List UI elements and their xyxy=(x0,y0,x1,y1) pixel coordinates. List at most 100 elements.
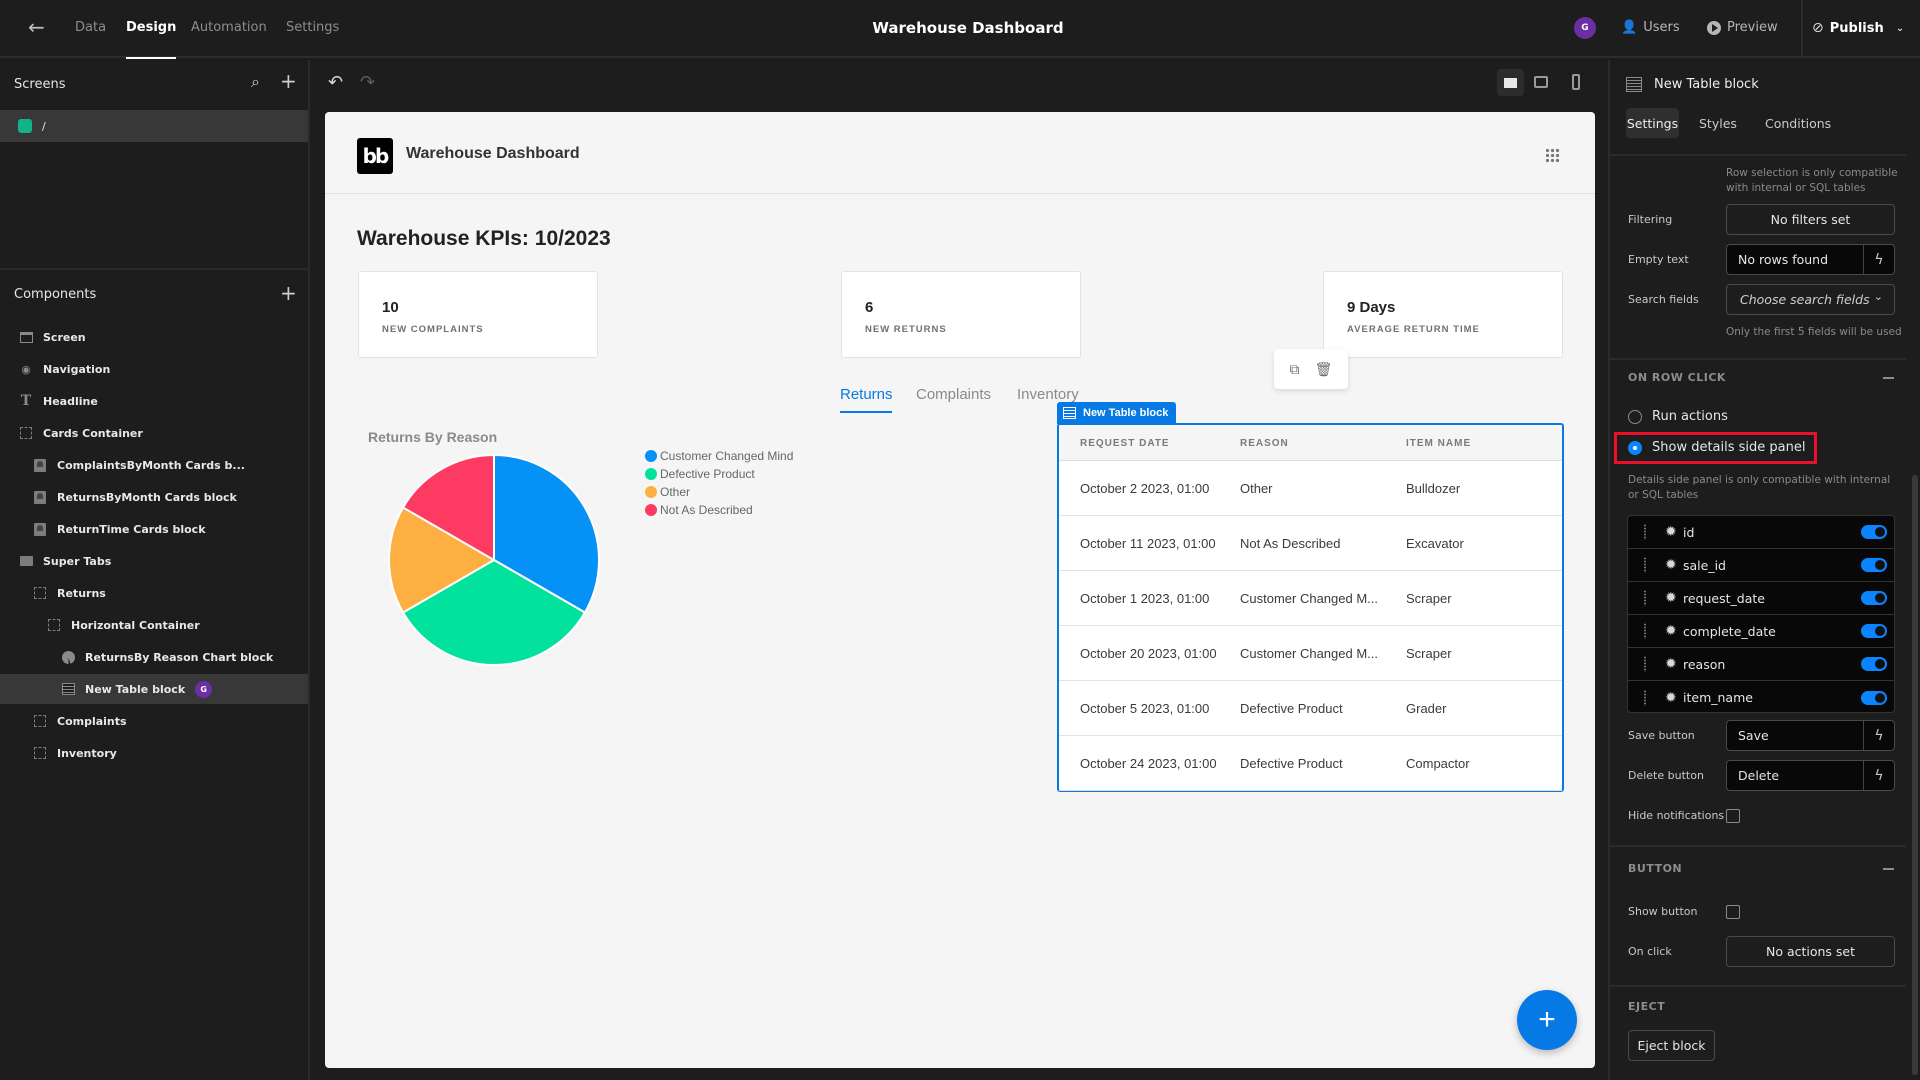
binding-bolt-icon[interactable]: ϟ xyxy=(1863,761,1894,790)
tree-item-chart-block[interactable]: ReturnsBy Reason Chart block xyxy=(0,642,308,672)
drag-handle-icon[interactable] xyxy=(1643,689,1647,706)
field-visibility-toggle[interactable] xyxy=(1861,657,1887,671)
tab-inventory[interactable]: Inventory xyxy=(1017,386,1079,403)
table-cell: October 11 2023, 01:00 xyxy=(1080,536,1216,551)
legend-item[interactable]: Not As Described xyxy=(645,503,753,517)
pie-chart-icon xyxy=(61,650,75,664)
publish-button[interactable]: ⊘ Publish ⌄ xyxy=(1812,20,1904,36)
tree-item-inventory[interactable]: Inventory xyxy=(0,738,308,768)
tree-item-cards-container[interactable]: Cards Container xyxy=(0,418,308,448)
table-row[interactable]: October 24 2023, 01:00 Defective Product C… xyxy=(1059,736,1562,791)
user-avatar[interactable]: G xyxy=(1574,17,1596,39)
table-row[interactable]: October 5 2023, 01:00 Defective Product Gr… xyxy=(1059,681,1562,736)
tree-item-returns[interactable]: Returns xyxy=(0,578,308,608)
field-visibility-toggle[interactable] xyxy=(1861,525,1887,539)
undo-icon[interactable]: ↶ xyxy=(328,72,343,93)
tree-item-navigation[interactable]: ◉ Navigation xyxy=(0,354,308,384)
redo-icon[interactable]: ↷ xyxy=(360,72,375,93)
drag-handle-icon[interactable] xyxy=(1643,590,1647,606)
chevron-down-icon: ⌄ xyxy=(1895,22,1905,34)
tree-item-headline[interactable]: T Headline xyxy=(0,386,308,416)
legend-item[interactable]: Other xyxy=(645,485,690,499)
save-button-text-input[interactable]: Save ϟ xyxy=(1726,720,1895,751)
gear-icon[interactable]: ✹ xyxy=(1665,656,1677,672)
legend-item[interactable]: Defective Product xyxy=(645,467,755,481)
kpi-card-return-time[interactable]: 9 Days AVERAGE RETURN TIME xyxy=(1323,271,1563,358)
field-visibility-toggle[interactable] xyxy=(1861,624,1887,638)
column-header-request-date[interactable]: REQUEST DATE xyxy=(1080,425,1170,461)
table-row[interactable]: October 20 2023, 01:00 Customer Changed M… xyxy=(1059,626,1562,681)
gear-icon[interactable]: ✹ xyxy=(1665,623,1677,639)
table-icon xyxy=(1063,407,1076,419)
eye-icon: ◉ xyxy=(21,362,31,376)
legend-label: Defective Product xyxy=(660,467,755,481)
empty-text-input[interactable]: No rows found ϟ xyxy=(1726,244,1895,275)
trash-icon[interactable]: 🗑 xyxy=(1315,361,1333,378)
drag-handle-icon[interactable] xyxy=(1643,656,1647,672)
gear-icon[interactable]: ✹ xyxy=(1665,690,1677,706)
duplicate-icon[interactable]: ⧉ xyxy=(1290,361,1300,378)
tab-returns[interactable]: Returns xyxy=(840,386,893,403)
column-header-reason[interactable]: REASON xyxy=(1240,425,1289,461)
tab-complaints[interactable]: Complaints xyxy=(916,386,991,403)
tablet-view-icon[interactable] xyxy=(1534,76,1548,88)
delete-button-text-input[interactable]: Delete ϟ xyxy=(1726,760,1895,791)
legend-label: Other xyxy=(660,485,691,499)
filtering-button[interactable]: No filters set xyxy=(1726,204,1895,235)
search-fields-hint: Only the first 5 fields will be used xyxy=(1726,326,1902,338)
table-row[interactable]: October 1 2023, 01:00 Customer Changed M.… xyxy=(1059,571,1562,626)
app-grid-icon[interactable] xyxy=(1545,148,1560,163)
table-row[interactable]: October 2 2023, 01:00 Other Bulldozer xyxy=(1059,461,1562,516)
right-panel-scrollbar[interactable] xyxy=(1912,475,1918,1075)
add-component-icon[interactable]: + xyxy=(280,281,297,305)
gear-icon[interactable]: ✹ xyxy=(1665,590,1677,606)
tree-item-returntime-cards[interactable]: ReturnTime Cards block xyxy=(0,514,308,544)
tab-settings-panel[interactable]: Settings xyxy=(1626,108,1679,138)
column-header-item-name[interactable]: ITEM NAME xyxy=(1406,425,1471,461)
table-row[interactable]: October 11 2023, 01:00 Not As Described Ex… xyxy=(1059,516,1562,571)
field-visibility-toggle[interactable] xyxy=(1861,690,1887,705)
tree-item-horizontal-container[interactable]: Horizontal Container xyxy=(0,610,308,640)
tree-item-returns-cards[interactable]: ReturnsByMonth Cards block xyxy=(0,482,308,512)
kpi-card-returns[interactable]: 6 NEW RETURNS xyxy=(841,271,1081,358)
users-button[interactable]: 👤 Users xyxy=(1621,20,1680,35)
gear-icon[interactable]: ✹ xyxy=(1665,557,1677,573)
collapse-icon[interactable] xyxy=(1883,377,1894,379)
tree-item-complaints[interactable]: Complaints xyxy=(0,706,308,736)
users-icon: 👤 xyxy=(1621,20,1638,35)
radio-run-actions[interactable]: Run actions xyxy=(1628,409,1728,424)
tree-item-new-table-block[interactable]: New Table block G xyxy=(0,674,308,704)
field-visibility-toggle[interactable] xyxy=(1861,558,1887,572)
legend-item[interactable]: Customer Changed Mind xyxy=(645,449,793,463)
tab-styles-panel[interactable]: Styles xyxy=(1699,116,1737,131)
binding-bolt-icon[interactable]: ϟ xyxy=(1863,721,1894,750)
search-fields-select[interactable]: Choose search fields ⌄ xyxy=(1726,284,1895,315)
tree-item-screen[interactable]: Screen xyxy=(0,322,308,352)
screens-title: Screens xyxy=(14,77,66,92)
table-block-label[interactable]: New Table block xyxy=(1057,402,1177,424)
show-button-checkbox[interactable] xyxy=(1726,905,1740,919)
add-component-fab[interactable]: + xyxy=(1517,990,1577,1050)
tree-item-complaints-cards[interactable]: ComplaintsByMonth Cards b... xyxy=(0,450,308,480)
preview-button[interactable]: Preview xyxy=(1707,20,1778,35)
collapse-icon[interactable] xyxy=(1883,868,1894,870)
drag-handle-icon[interactable] xyxy=(1643,623,1647,639)
tab-conditions-panel[interactable]: Conditions xyxy=(1765,116,1831,131)
search-icon[interactable]: ⌕ xyxy=(251,72,260,92)
container-icon xyxy=(33,747,47,759)
mobile-view-icon[interactable] xyxy=(1572,74,1580,90)
on-click-actions-button[interactable]: No actions set xyxy=(1726,936,1895,967)
field-visibility-toggle[interactable] xyxy=(1861,591,1887,605)
radio-show-details-side-panel[interactable]: Show details side panel xyxy=(1628,440,1806,455)
top-bar: ← Data Design Automation Settings Wareho… xyxy=(0,0,1920,59)
add-screen-icon[interactable]: + xyxy=(280,69,297,93)
eject-block-button[interactable]: Eject block xyxy=(1628,1030,1715,1061)
hide-notifications-checkbox[interactable] xyxy=(1726,809,1740,823)
desktop-view-button[interactable] xyxy=(1497,69,1524,96)
drag-handle-icon[interactable] xyxy=(1643,557,1647,573)
tree-item-super-tabs[interactable]: Super Tabs xyxy=(0,546,308,576)
screen-item[interactable]: / xyxy=(0,110,308,142)
drag-handle-icon[interactable] xyxy=(1643,524,1647,540)
binding-bolt-icon[interactable]: ϟ xyxy=(1863,245,1894,274)
gear-icon[interactable]: ✹ xyxy=(1665,524,1677,540)
